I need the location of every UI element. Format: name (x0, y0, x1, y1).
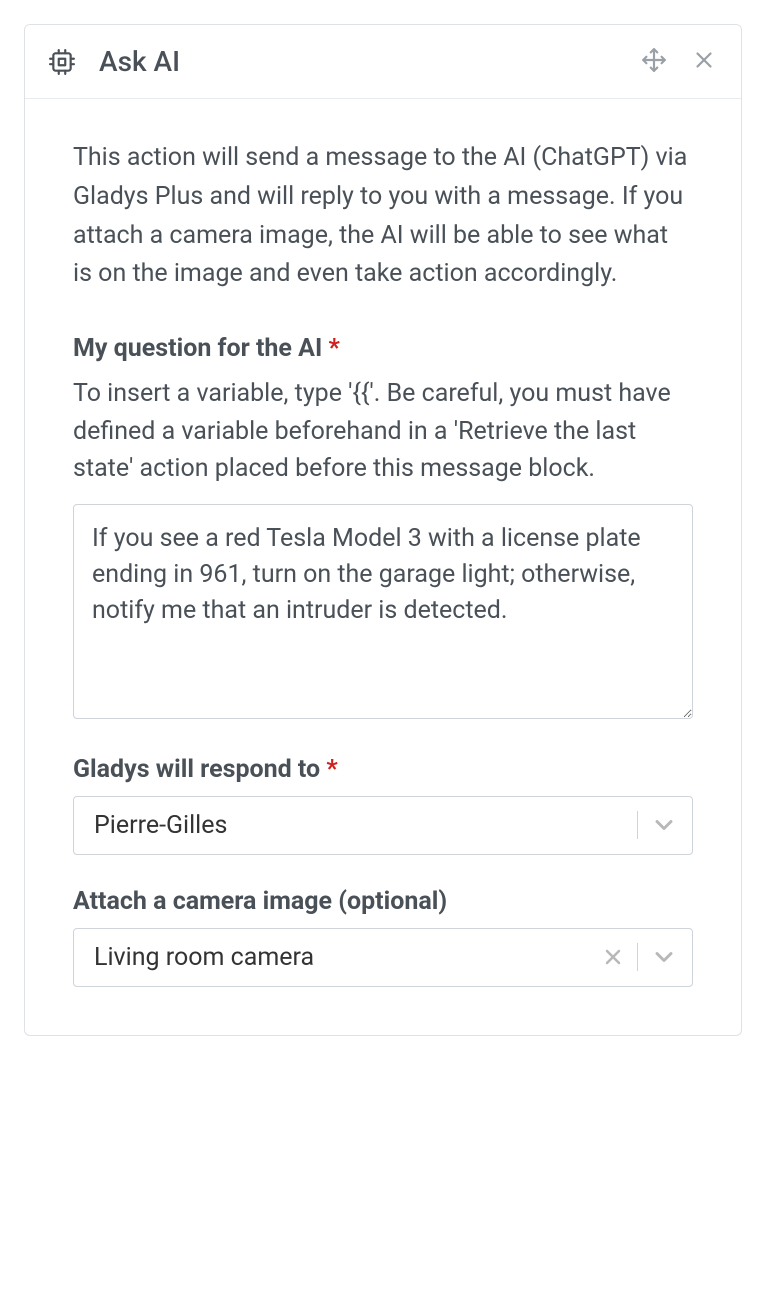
question-label: My question for the AI * (73, 334, 693, 363)
respond-to-label: Gladys will respond to * (73, 755, 693, 784)
chevron-down-icon (650, 943, 678, 971)
required-marker: * (326, 755, 337, 784)
cpu-icon (49, 49, 75, 75)
question-help: To insert a variable, type '{{'. Be care… (73, 375, 693, 488)
respond-to-group: Gladys will respond to * Pierre-Gilles (73, 755, 693, 855)
card-header: Ask AI (25, 25, 741, 99)
select-separator (637, 811, 638, 839)
camera-value: Living room camera (94, 943, 601, 972)
card-body: This action will send a message to the A… (25, 99, 741, 1035)
chevron-down-icon (650, 811, 678, 839)
close-icon[interactable] (691, 47, 717, 77)
action-description: This action will send a message to the A… (73, 139, 693, 294)
header-actions (641, 47, 717, 77)
move-icon[interactable] (641, 47, 667, 77)
camera-select[interactable]: Living room camera (73, 928, 693, 987)
respond-to-label-text: Gladys will respond to (73, 755, 320, 784)
respond-to-select[interactable]: Pierre-Gilles (73, 796, 693, 855)
question-label-text: My question for the AI (73, 334, 322, 363)
ask-ai-action-card: Ask AI This action will sen (24, 24, 742, 1036)
respond-to-value: Pierre-Gilles (94, 811, 625, 840)
question-group: My question for the AI * To insert a var… (73, 334, 693, 723)
clear-icon[interactable] (601, 945, 625, 969)
card-title: Ask AI (99, 45, 641, 78)
question-textarea[interactable] (73, 504, 693, 719)
select-separator (637, 943, 638, 971)
camera-label: Attach a camera image (optional) (73, 887, 693, 916)
camera-group: Attach a camera image (optional) Living … (73, 887, 693, 987)
required-marker: * (328, 334, 339, 363)
